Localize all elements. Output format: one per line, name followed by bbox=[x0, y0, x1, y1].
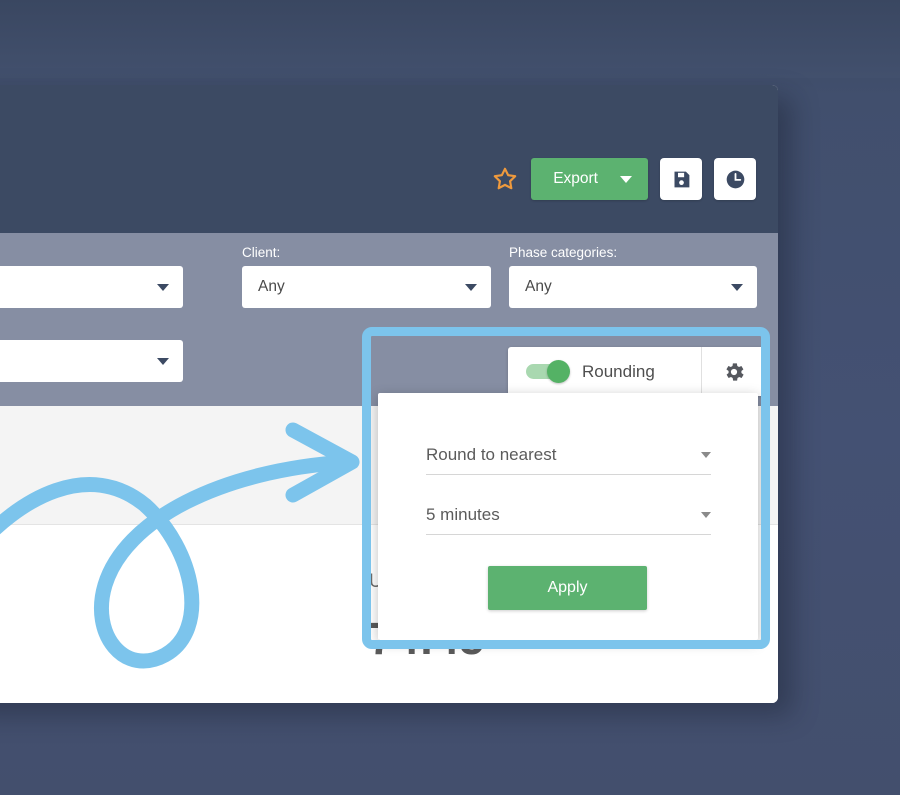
filter-label-4: s: bbox=[0, 319, 183, 334]
rounding-mode-value: Round to nearest bbox=[426, 445, 557, 464]
clock-icon bbox=[726, 170, 744, 188]
chevron-down-icon bbox=[620, 175, 632, 183]
triangle-down-icon bbox=[157, 283, 169, 291]
toggle-knob bbox=[547, 360, 570, 383]
floppy-disk-icon bbox=[674, 171, 689, 187]
favorite-star-button[interactable] bbox=[491, 165, 519, 193]
rounding-interval-select[interactable]: 5 minutes bbox=[426, 505, 711, 535]
export-button-label: Export bbox=[553, 170, 598, 187]
export-button[interactable]: Export bbox=[531, 158, 648, 200]
filter-select-client[interactable]: Any bbox=[242, 266, 491, 308]
filter-value-phase-categories: Any bbox=[525, 278, 552, 295]
filter-field-4: s: Any bbox=[0, 319, 183, 382]
filter-label-client: Client: bbox=[242, 245, 281, 260]
window-header: Export bbox=[0, 85, 778, 233]
rounding-interval-value: 5 minutes bbox=[426, 505, 500, 524]
filter-field-client: Client: Any bbox=[242, 245, 491, 308]
toggle-switch-icon bbox=[526, 360, 570, 383]
filter-select-1[interactable]: Any bbox=[0, 266, 183, 308]
filter-value-client: Any bbox=[258, 278, 285, 295]
filter-select-phase-categories[interactable]: Any bbox=[509, 266, 757, 308]
triangle-down-icon bbox=[701, 512, 711, 518]
rounding-mode-select[interactable]: Round to nearest bbox=[426, 445, 711, 475]
desktop-backdrop-band bbox=[0, 0, 900, 78]
triangle-down-icon bbox=[465, 283, 477, 291]
apply-button[interactable]: Apply bbox=[488, 566, 647, 610]
rounding-popup: Round to nearest 5 minutes Apply bbox=[378, 393, 758, 640]
triangle-down-icon bbox=[701, 452, 711, 458]
filter-label-phase-categories: Phase categories: bbox=[509, 245, 618, 260]
filter-select-4[interactable]: Any bbox=[0, 340, 183, 382]
filter-field-phase-categories: Phase categories: Any bbox=[509, 245, 757, 308]
rounding-widget: Rounding bbox=[508, 347, 766, 396]
triangle-down-icon bbox=[731, 283, 743, 291]
rounding-settings-button[interactable] bbox=[701, 347, 766, 396]
rounding-toggle-label: Rounding bbox=[582, 361, 655, 381]
rounding-toggle[interactable]: Rounding bbox=[508, 347, 701, 396]
timer-button[interactable] bbox=[714, 158, 756, 200]
filter-field-1: m: Any bbox=[0, 245, 183, 308]
filter-label-1: m: bbox=[0, 245, 183, 260]
header-action-group: Export bbox=[491, 158, 756, 200]
gear-icon bbox=[726, 362, 744, 381]
save-button[interactable] bbox=[660, 158, 702, 200]
triangle-down-icon bbox=[157, 357, 169, 365]
star-icon bbox=[493, 167, 517, 190]
